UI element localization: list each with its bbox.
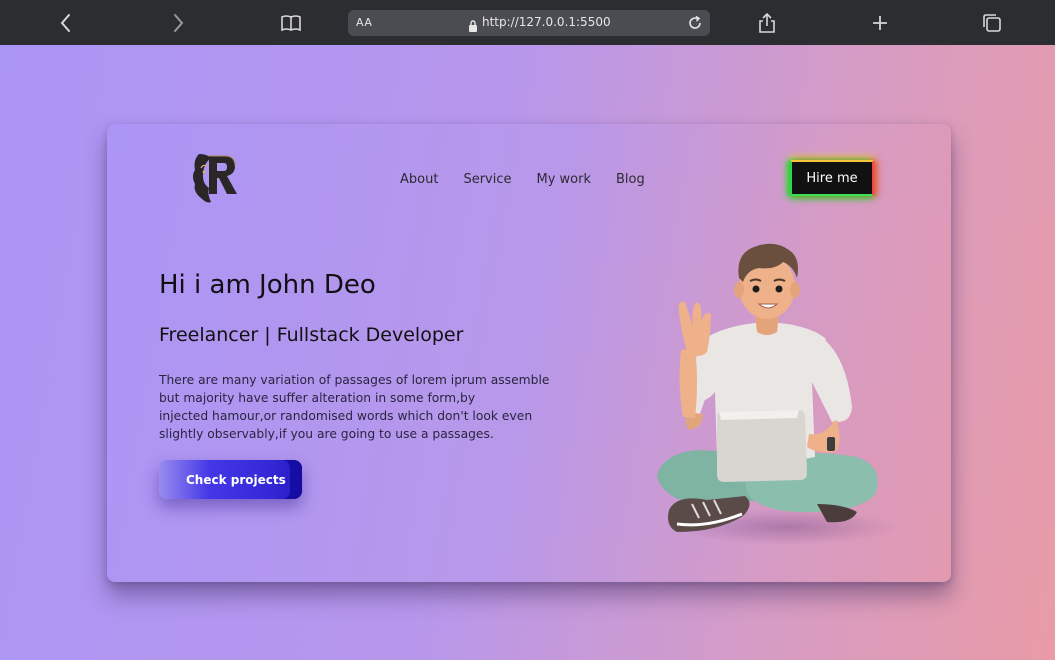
new-tab-icon[interactable] [868, 11, 892, 35]
description-line: There are many variation of passages of … [159, 373, 550, 387]
forward-icon[interactable] [166, 11, 190, 35]
developer-illustration [657, 243, 897, 545]
nav-service[interactable]: Service [463, 172, 511, 187]
lock-icon [468, 17, 478, 36]
hero-subtitle: Freelancer | Fullstack Developer [159, 324, 464, 346]
share-icon[interactable] [755, 11, 779, 35]
description-line: injected hamour,or randomised words whic… [159, 409, 533, 423]
nav-blog[interactable]: Blog [616, 172, 645, 187]
hire-me-button[interactable]: Hire me [790, 160, 874, 196]
tabs-overview-icon[interactable] [980, 11, 1004, 35]
reload-icon[interactable] [686, 14, 704, 36]
nav-about[interactable]: About [400, 172, 438, 187]
back-icon[interactable] [54, 11, 78, 35]
text-size-button[interactable]: AA [356, 16, 372, 29]
browser-toolbar: AA http://127.0.0.1:5500 [0, 0, 1055, 45]
hero-description: There are many variation of passages of … [159, 371, 559, 443]
hero-title: Hi i am John Deo [159, 270, 376, 300]
address-bar[interactable]: AA http://127.0.0.1:5500 [348, 10, 710, 36]
description-line: but majority have suffer alteration in s… [159, 391, 476, 405]
bookmarks-icon[interactable] [279, 11, 303, 35]
url-text: http://127.0.0.1:5500 [482, 15, 611, 29]
nav-my-work[interactable]: My work [536, 172, 591, 187]
logo[interactable] [189, 146, 241, 206]
hero-card: About Service My work Blog Hire me Hi i … [107, 124, 951, 582]
main-nav: About Service My work Blog [400, 172, 645, 187]
description-line: slightly observably,if you are going to … [159, 427, 494, 441]
check-projects-button[interactable]: Check projects [159, 460, 302, 499]
